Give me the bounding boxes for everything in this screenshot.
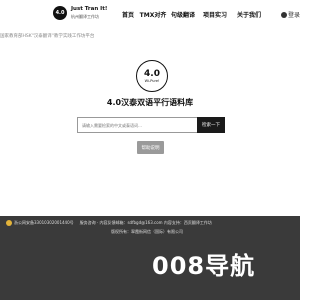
watermark-brand: 008导航 <box>152 252 256 280</box>
search-bar: 检索一下 <box>77 117 225 133</box>
nav-sentence-translate[interactable]: 句级翻译 <box>168 10 198 19</box>
nav-tmx-align[interactable]: TMX对齐 <box>138 10 168 19</box>
nav-home[interactable]: 首页 <box>118 10 138 19</box>
corpus-logo-number: 4.0 <box>144 68 160 79</box>
nav-about[interactable]: 关于我们 <box>232 10 266 19</box>
top-bar: 4.0 Just Tran It! 杭州翻译工作坊 首页 TMX对齐 句级翻译 … <box>0 0 300 32</box>
logo-title: Just Tran It! <box>71 6 108 13</box>
corpus-logo: 4.0 Wi-Pure! <box>136 60 168 92</box>
corpus-logo-caption: Wi-Pure! <box>144 78 160 83</box>
search-input[interactable] <box>77 117 197 133</box>
logo-subtitle: 杭州翻译工作坊 <box>71 13 99 19</box>
site-logo[interactable]: 4.0 Just Tran It! 杭州翻译工作坊 <box>53 6 107 20</box>
page-title: 4.0汉泰双语平行语料库 <box>106 98 194 107</box>
user-icon <box>281 11 287 18</box>
police-badge-icon <box>6 220 12 226</box>
footer-copyright: 版权所有：翠霞街网信（国际）有限公司 <box>111 229 183 234</box>
login-button[interactable]: 登录 <box>281 10 300 19</box>
announcement-text: 国家教育部HSK"汉泰翻译"教学实践工作坊平台 <box>0 34 95 39</box>
help-button[interactable]: 帮助说明 <box>137 141 164 154</box>
footer-contact: 服务咨询 · 内容反馈邮箱：sdfbgd@163.com 内容支持：西贡翻译工作… <box>79 220 212 225</box>
footer-icp[interactable]: 浙公网安备33010302001440号 <box>14 220 74 226</box>
footer-icp-row: 浙公网安备33010302001440号 服务咨询 · 内容反馈邮箱：sdfbg… <box>6 220 212 226</box>
logo-badge-icon: 4.0 <box>53 6 67 20</box>
main-nav: 首页 TMX对齐 句级翻译 项目实习 关于我们 <box>118 10 266 19</box>
nav-projects[interactable]: 项目实习 <box>198 10 232 19</box>
login-label: 登录 <box>288 12 301 19</box>
search-button[interactable]: 检索一下 <box>197 117 225 133</box>
